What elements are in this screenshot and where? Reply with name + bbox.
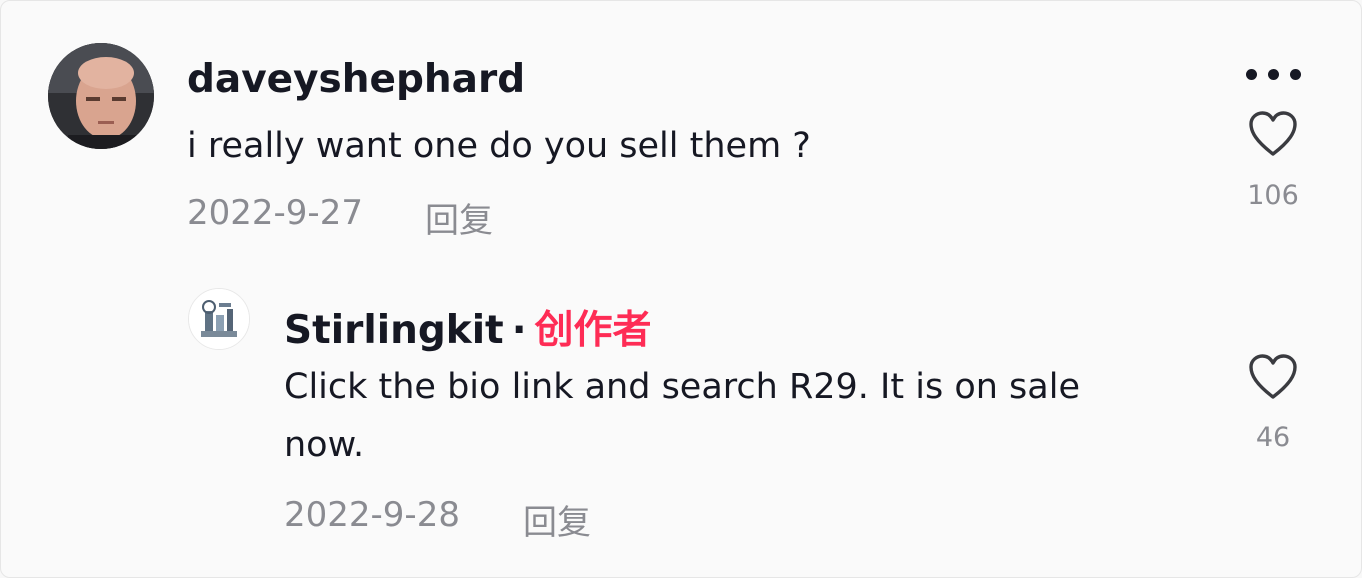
stirling-engine-logo-icon xyxy=(189,289,249,349)
avatar-daveyshephard[interactable] xyxy=(48,43,154,149)
reply-header: Stirlingkit · 创作者 xyxy=(284,299,652,355)
separator-dot: · xyxy=(511,308,527,353)
reply-text: Click the bio link and search R29. It is… xyxy=(284,367,1080,465)
reply-button[interactable]: 回复 xyxy=(523,495,591,544)
comment-date: 2022-9-27 xyxy=(187,193,363,233)
like-count: 46 xyxy=(1255,422,1291,453)
comment-text: i really want one do you sell them ? xyxy=(187,126,811,166)
comment-username[interactable]: daveyshephard xyxy=(187,57,525,102)
heart-outline-icon[interactable] xyxy=(1248,111,1298,157)
comment-thread-panel: daveyshephard i really want one do you s… xyxy=(0,0,1362,578)
reply-button[interactable]: 回复 xyxy=(425,193,493,242)
heart-outline-icon[interactable] xyxy=(1248,354,1298,400)
avatar-stirlingkit[interactable] xyxy=(188,288,250,350)
like-count: 106 xyxy=(1247,180,1299,211)
reply-date: 2022-9-28 xyxy=(284,495,460,535)
more-options-icon[interactable] xyxy=(1244,67,1304,83)
creator-badge: 创作者 xyxy=(534,308,652,353)
avatar-photo-icon xyxy=(48,43,154,149)
reply-username[interactable]: Stirlingkit xyxy=(284,308,504,353)
